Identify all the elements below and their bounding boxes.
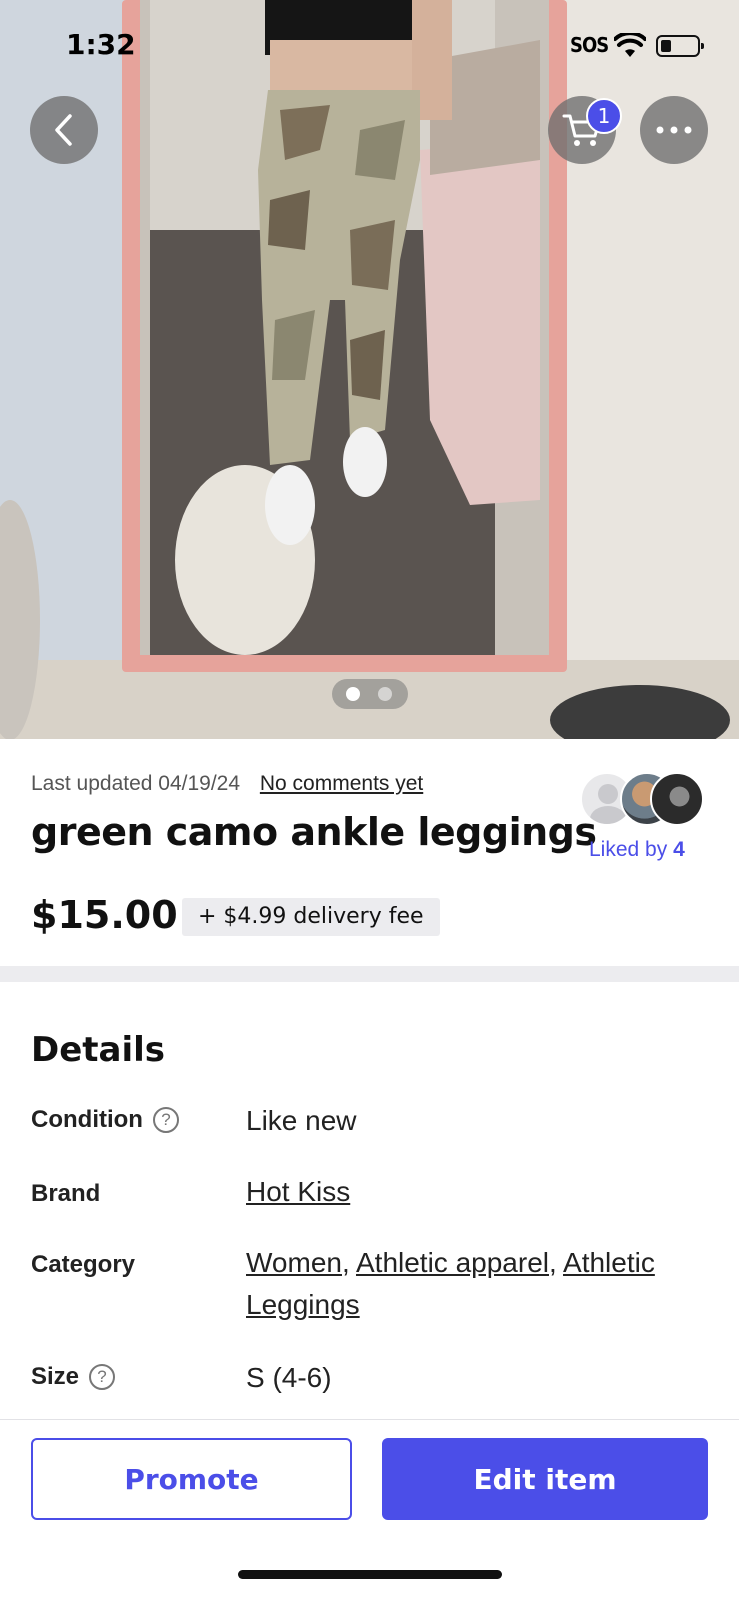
listing-photo-image: [0, 0, 739, 739]
item-title: green camo ankle leggings: [31, 810, 597, 854]
delivery-fee-badge: + $4.99 delivery fee: [182, 898, 440, 936]
category-separator: ,: [549, 1247, 564, 1278]
photo-pager: [332, 679, 408, 709]
last-updated: Last updated 04/19/24: [31, 772, 241, 795]
condition-value: Like new: [246, 1105, 357, 1136]
more-icon: [656, 126, 692, 134]
brand-value: Hot Kiss: [246, 1171, 706, 1213]
more-button[interactable]: [640, 96, 708, 164]
category-separator: ,: [341, 1247, 356, 1278]
category-value: Women, Athletic apparel, Athletic Leggin…: [246, 1242, 706, 1326]
help-icon[interactable]: ?: [89, 1364, 116, 1390]
back-button[interactable]: [30, 96, 98, 164]
pager-dot-active[interactable]: [346, 687, 360, 701]
liked-by-count: 4: [673, 838, 685, 861]
condition-label: Condition ?: [31, 1106, 179, 1134]
pager-dot[interactable]: [378, 687, 392, 701]
avatar: [650, 772, 704, 826]
bottom-action-bar: Promote Edit item: [0, 1419, 739, 1600]
brand-label-text: Brand: [31, 1180, 101, 1207]
listing-meta: Last updated 04/19/24 No comments yet: [31, 772, 423, 796]
category-label: Category: [31, 1251, 135, 1279]
details-heading: Details: [31, 1030, 166, 1070]
category-label-text: Category: [31, 1251, 136, 1278]
edit-item-button[interactable]: Edit item: [382, 1438, 708, 1520]
size-value: S (4-6): [246, 1362, 332, 1393]
liked-by[interactable]: Liked by 4: [589, 838, 685, 862]
category-link-athletic-apparel[interactable]: Athletic apparel: [356, 1247, 549, 1278]
size-label: Size ?: [31, 1363, 116, 1391]
likers-avatars[interactable]: [580, 772, 710, 828]
brand-label: Brand: [31, 1180, 100, 1208]
brand-link[interactable]: Hot Kiss: [246, 1176, 350, 1207]
liked-by-label: Liked by: [589, 838, 668, 861]
wifi-icon: [614, 33, 646, 57]
sos-indicator: SOS: [570, 33, 609, 57]
item-price: $15.00: [31, 893, 178, 937]
status-bar: 1:32 SOS: [0, 0, 739, 90]
size-label-text: Size: [31, 1363, 80, 1390]
category-link-women[interactable]: Women: [246, 1247, 342, 1278]
help-icon[interactable]: ?: [152, 1107, 179, 1133]
promote-button[interactable]: Promote: [31, 1438, 352, 1520]
listing-photo[interactable]: 1:32 SOS 1: [0, 0, 739, 739]
condition-label-text: Condition: [31, 1106, 143, 1133]
home-indicator[interactable]: [238, 1570, 502, 1579]
chevron-left-icon: [55, 114, 72, 146]
cart-count-badge: 1: [586, 98, 622, 134]
status-time: 1:32: [66, 28, 136, 61]
battery-icon: [656, 35, 704, 57]
comments-link[interactable]: No comments yet: [260, 772, 423, 795]
section-divider: [0, 966, 739, 982]
